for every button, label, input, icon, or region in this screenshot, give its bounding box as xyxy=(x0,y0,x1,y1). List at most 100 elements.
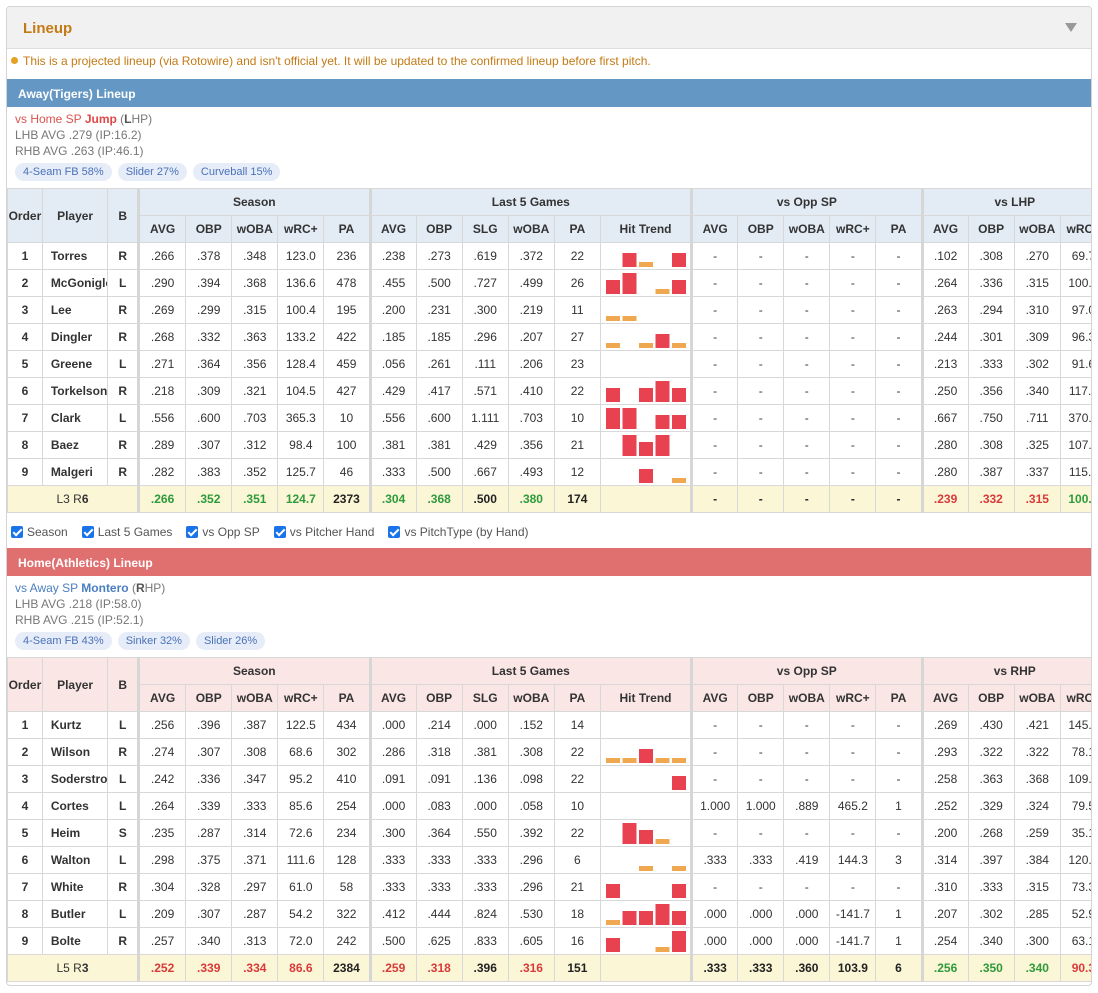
stat-header[interactable]: OBP xyxy=(415,684,463,712)
player-name[interactable]: Clark xyxy=(41,404,109,432)
stat-header[interactable]: wRC+ xyxy=(277,215,325,243)
player-name[interactable]: Bolte xyxy=(41,927,109,955)
player-row[interactable]: 3SoderstromL.242.336.34795.2410.091.091.… xyxy=(7,765,1091,793)
player-row[interactable]: 6 Torkelson R .218.309.321 104.5 427.429.417.… xyxy=(7,377,1091,405)
player-name[interactable]: Torkelson xyxy=(41,377,109,405)
totals-label: L3 R6 xyxy=(7,485,140,513)
stat-header[interactable]: OBP xyxy=(185,684,233,712)
stat-header[interactable]: wOBA xyxy=(783,215,831,243)
stat-header[interactable]: OBP xyxy=(967,215,1015,243)
vs-opp-stat: - xyxy=(829,269,877,297)
player-name[interactable]: Soderstrom xyxy=(41,765,109,793)
player-row[interactable]: 8 Baez R .289.307.312 98.4 100.381.381.429.35… xyxy=(7,431,1091,459)
checkbox-checked-icon[interactable] xyxy=(388,526,401,538)
last5-stat: .318 xyxy=(415,738,463,766)
checkbox-checked-icon[interactable] xyxy=(273,526,286,538)
checkbox-checked-icon[interactable] xyxy=(81,526,94,538)
player-row[interactable]: 2 Wilson R .274.307.308 68.6 302.286.318.381.… xyxy=(7,738,1091,766)
player-row[interactable]: 1 Torres R .266.378.348 123.0 236.238.273.619… xyxy=(7,242,1091,270)
stat-header[interactable]: OBP xyxy=(185,215,233,243)
checkbox-checked-icon[interactable] xyxy=(186,526,199,538)
stat-header[interactable]: wOBA xyxy=(507,684,555,712)
player-row[interactable]: 4 Cortes L .264.339.333 85.6 254.000.083.000.… xyxy=(7,792,1091,820)
player-name[interactable]: White xyxy=(41,873,109,901)
player-name[interactable]: Torres xyxy=(41,242,109,270)
player-row[interactable]: 9 Malgeri R .282.383.352 125.7 46.333.500.667… xyxy=(7,458,1091,486)
player-name[interactable]: Kurtz xyxy=(41,711,109,739)
player-name[interactable]: Baez xyxy=(41,431,109,459)
filter-checkbox[interactable]: Season xyxy=(11,525,68,539)
stat-header[interactable]: AVG xyxy=(690,215,739,243)
player-row[interactable]: 1 Kurtz L .256.396.387 122.5 434.000.214.000.… xyxy=(7,711,1091,739)
stat-header[interactable]: wOBA xyxy=(507,215,555,243)
stat-header[interactable]: AVG xyxy=(690,684,739,712)
stat-header[interactable]: AVG xyxy=(920,215,969,243)
stat-header[interactable]: OBP xyxy=(737,684,785,712)
player-name[interactable]: Wilson xyxy=(41,738,109,766)
stat-header[interactable]: AVG xyxy=(137,215,187,243)
home-pitcher-name[interactable]: Montero xyxy=(81,581,128,595)
lineup-header[interactable]: Lineup xyxy=(7,7,1091,49)
filter-checkbox[interactable]: vs Opp SP xyxy=(186,525,260,539)
stat-header[interactable]: OBP xyxy=(967,684,1015,712)
stat-header[interactable]: wRC+ xyxy=(1059,215,1091,243)
stat-header[interactable]: PA xyxy=(323,684,371,712)
batting-order: 3 xyxy=(7,765,43,793)
stat-header[interactable]: AVG xyxy=(920,684,969,712)
stat-header[interactable]: wRC+ xyxy=(829,684,877,712)
player-name[interactable]: Heim xyxy=(41,819,109,847)
filter-checkbox[interactable]: vs PitchType (by Hand) xyxy=(388,525,529,539)
player-row[interactable]: 9 Bolte R .257.340.313 72.0 242.500.625.833.6… xyxy=(7,927,1091,955)
stat-header[interactable]: Hit Trend xyxy=(599,684,693,712)
player-row[interactable]: 2 McGonigle L .290.394.368 136.6 478.455.500.… xyxy=(7,269,1091,297)
stat-header[interactable]: wOBA xyxy=(231,215,279,243)
filter-checkbox[interactable]: Last 5 Games xyxy=(81,525,172,539)
away-pitcher-name[interactable]: Jump xyxy=(85,112,117,126)
stat-header[interactable]: OBP xyxy=(415,215,463,243)
stat-header[interactable]: wOBA xyxy=(783,684,831,712)
player-name[interactable]: Dingler xyxy=(41,323,109,351)
player-name[interactable]: Malgeri xyxy=(41,458,109,486)
player-name[interactable]: Cortes xyxy=(41,792,109,820)
player-row[interactable]: 8 Butler L .209.307.287 54.2 322.412.444.824.… xyxy=(7,900,1091,928)
stat-header[interactable]: PA xyxy=(323,215,371,243)
stat-header[interactable]: wOBA xyxy=(231,684,279,712)
stat-header[interactable]: wRC+ xyxy=(829,215,877,243)
stat-header[interactable]: PA xyxy=(875,215,923,243)
player-row[interactable]: 7 Clark L .556.600.703 365.3 10.556.600 1.111.… xyxy=(7,404,1091,432)
stat-header[interactable]: wOBA xyxy=(1013,215,1061,243)
player-row[interactable]: 5 Greene L .271.364.356 128.4 459.056.261.111… xyxy=(7,350,1091,378)
stat-header[interactable]: SLG xyxy=(461,215,509,243)
player-name[interactable]: McGonigle xyxy=(41,269,109,297)
hit-trend-chart xyxy=(622,435,670,456)
player-name[interactable]: Walton xyxy=(41,846,109,874)
stat-header[interactable]: PA xyxy=(553,215,601,243)
lineup-title: Lineup xyxy=(23,20,73,37)
last5-stat: .300 xyxy=(461,296,509,324)
season-stat: .352 xyxy=(231,458,279,486)
stat-header[interactable]: wRC+ xyxy=(277,684,325,712)
player-name[interactable]: Lee xyxy=(41,296,109,324)
stat-header[interactable]: wRC+ xyxy=(1059,684,1091,712)
total-stat: - xyxy=(783,485,831,513)
vs-hand-stat: .310 xyxy=(1013,296,1061,324)
stat-header[interactable]: AVG xyxy=(368,215,417,243)
collapse-chevron-icon[interactable] xyxy=(1065,23,1077,32)
stat-header[interactable]: AVG xyxy=(368,684,417,712)
stat-header[interactable]: wOBA xyxy=(1013,684,1061,712)
checkbox-checked-icon[interactable] xyxy=(11,526,23,538)
player-name[interactable]: Greene xyxy=(41,350,109,378)
stat-header[interactable]: SLG xyxy=(461,684,509,712)
player-row[interactable]: 3 Lee R .269.299.315 100.4 195.200.231.300.21… xyxy=(7,296,1091,324)
player-row[interactable]: 4 Dingler R .268.332.363 133.2 422.185.185.29… xyxy=(7,323,1091,351)
player-name[interactable]: Butler xyxy=(41,900,109,928)
filter-checkbox[interactable]: vs Pitcher Hand xyxy=(273,525,374,539)
player-row[interactable]: 7 White R .304.328.297 61.0 58.333.333.333.29… xyxy=(7,873,1091,901)
stat-header[interactable]: PA xyxy=(553,684,601,712)
player-row[interactable]: 6 Walton L .298.375.371 111.6 128.333.333.333… xyxy=(7,846,1091,874)
stat-header[interactable]: PA xyxy=(875,684,923,712)
stat-header[interactable]: Hit Trend xyxy=(599,215,693,243)
stat-header[interactable]: OBP xyxy=(737,215,785,243)
player-row[interactable]: 5 Heim S .235.287.314 72.6 234.300.364.550.39… xyxy=(7,819,1091,847)
stat-header[interactable]: AVG xyxy=(137,684,187,712)
